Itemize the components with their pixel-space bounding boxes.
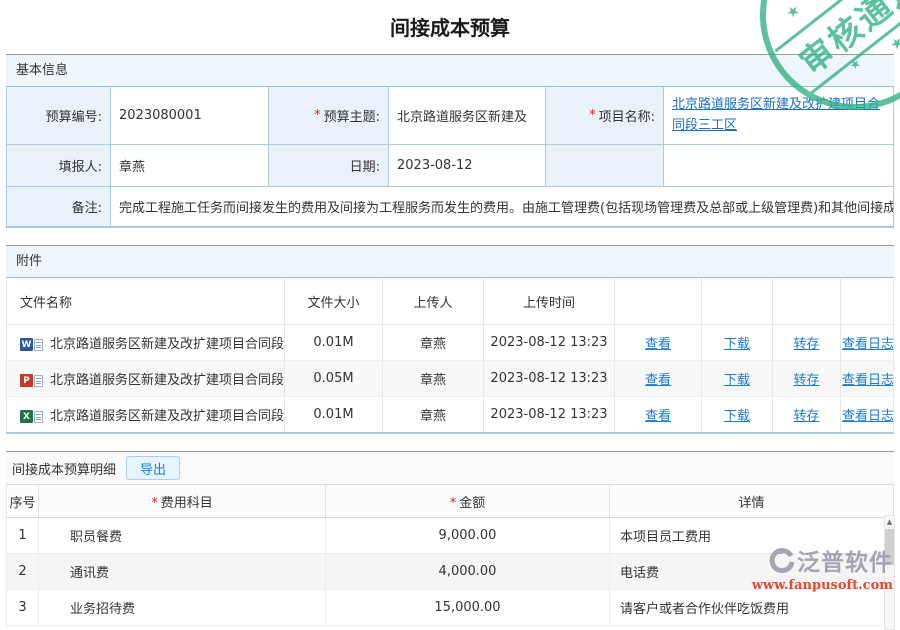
budget-no-label: 预算编号: bbox=[7, 87, 111, 145]
transfer-link[interactable]: 转存 bbox=[793, 373, 819, 388]
download-link[interactable]: 下载 bbox=[724, 409, 750, 424]
details-section-title: 间接成本预算明细 bbox=[12, 459, 116, 478]
required-asterisk: * bbox=[314, 108, 321, 123]
project-value-cell: 北京路道服务区新建及改扩建项目合同段三工区 bbox=[664, 87, 893, 145]
required-asterisk: * bbox=[589, 108, 596, 123]
detail-cell: 电话费 bbox=[610, 554, 894, 590]
detail-row: 2 通讯费 4,000.00 电话费 bbox=[7, 554, 894, 590]
detail-cell: 请客户或者合作伙伴吃饭费用 bbox=[610, 590, 894, 626]
details-table-wrap: 序号 *费用科目 *金额 详情 1 职员餐费 9,000.00 本项目员工费用 … bbox=[6, 484, 894, 626]
col-expense-subject: *费用科目 bbox=[39, 485, 326, 518]
required-asterisk: * bbox=[151, 496, 158, 511]
amount-cell: 15,000.00 bbox=[326, 590, 610, 626]
section-basic-info-header: 基本信息 bbox=[6, 54, 894, 87]
col-seq: 序号 bbox=[7, 485, 39, 518]
seq-cell: 3 bbox=[7, 590, 39, 626]
col-file-name: 文件名称 bbox=[7, 278, 285, 325]
seq-cell: 2 bbox=[7, 554, 39, 590]
file-size-cell: 0.01M bbox=[285, 325, 383, 361]
view-log-link[interactable]: 查看日志 bbox=[842, 409, 894, 424]
details-table: 序号 *费用科目 *金额 详情 1 职员餐费 9,000.00 本项目员工费用 … bbox=[6, 484, 894, 626]
file-name-cell: W北京路道服务区新建及改扩建项目合同段 bbox=[7, 325, 285, 361]
scrollbar-thumb[interactable] bbox=[885, 529, 894, 565]
transfer-link[interactable]: 转存 bbox=[793, 409, 819, 424]
file-name-cell: X北京路道服务区新建及改扩建项目合同段 bbox=[7, 397, 285, 434]
filler-value: 章燕 bbox=[111, 145, 269, 187]
basic-info-form: 预算编号: 2023080001 *预算主题: 北京路道服务区新建及 *项目名称… bbox=[6, 87, 894, 228]
subject-cell: 通讯费 bbox=[39, 554, 326, 590]
upload-time-cell: 2023-08-12 13:23 bbox=[484, 325, 615, 361]
attachments-header-row: 文件名称 文件大小 上传人 上传时间 bbox=[7, 278, 894, 325]
excel-file-icon: X bbox=[20, 410, 43, 423]
uploader-cell: 章燕 bbox=[383, 397, 484, 434]
vertical-scrollbar[interactable]: ▲ bbox=[884, 515, 895, 630]
col-detail: 详情 bbox=[610, 485, 894, 518]
section-attachments-header: 附件 bbox=[6, 245, 894, 278]
col-action-4 bbox=[841, 278, 894, 325]
attachment-row: P北京路道服务区新建及改扩建项目合同段 0.05M 章燕 2023-08-12 … bbox=[7, 361, 894, 397]
powerpoint-file-icon: P bbox=[20, 374, 43, 387]
file-size-cell: 0.05M bbox=[285, 361, 383, 397]
attachment-row: X北京路道服务区新建及改扩建项目合同段 0.01M 章燕 2023-08-12 … bbox=[7, 397, 894, 434]
col-action-3 bbox=[773, 278, 841, 325]
word-file-icon: W bbox=[20, 338, 43, 351]
details-header-row: 序号 *费用科目 *金额 详情 bbox=[7, 485, 894, 518]
download-link[interactable]: 下载 bbox=[724, 337, 750, 352]
filler-label: 填报人: bbox=[7, 145, 111, 187]
page-title: 间接成本预算 bbox=[6, 0, 894, 54]
col-action-2 bbox=[702, 278, 773, 325]
detail-row: 3 业务招待费 15,000.00 请客户或者合作伙伴吃饭费用 bbox=[7, 590, 894, 626]
amount-cell: 4,000.00 bbox=[326, 554, 610, 590]
subject-cell: 职员餐费 bbox=[39, 518, 326, 554]
attachments-table: 文件名称 文件大小 上传人 上传时间 W北京路道服务区新建及改扩建项目合同段 0… bbox=[6, 278, 894, 434]
upload-time-cell: 2023-08-12 13:23 bbox=[484, 361, 615, 397]
project-label: *项目名称: bbox=[546, 87, 664, 145]
section-details-header: 间接成本预算明细 导出 bbox=[6, 451, 894, 484]
date-label: 日期: bbox=[269, 145, 389, 187]
scrollbar-up-icon[interactable]: ▲ bbox=[887, 516, 892, 529]
budget-no-value: 2023080001 bbox=[111, 87, 269, 145]
view-link[interactable]: 查看 bbox=[645, 373, 671, 388]
col-action-1 bbox=[615, 278, 702, 325]
uploader-cell: 章燕 bbox=[383, 361, 484, 397]
subject-value: 北京路道服务区新建及 bbox=[389, 87, 546, 145]
col-file-size: 文件大小 bbox=[285, 278, 383, 325]
uploader-cell: 章燕 bbox=[383, 325, 484, 361]
upload-time-cell: 2023-08-12 13:23 bbox=[484, 397, 615, 434]
col-amount: *金额 bbox=[326, 485, 610, 518]
required-asterisk: * bbox=[450, 496, 457, 511]
empty-value-cell bbox=[664, 145, 893, 187]
download-link[interactable]: 下载 bbox=[724, 373, 750, 388]
empty-label-cell bbox=[546, 145, 664, 187]
transfer-link[interactable]: 转存 bbox=[793, 337, 819, 352]
seq-cell: 1 bbox=[7, 518, 39, 554]
export-button[interactable]: 导出 bbox=[126, 456, 180, 480]
col-uploader: 上传人 bbox=[383, 278, 484, 325]
file-size-cell: 0.01M bbox=[285, 397, 383, 434]
date-value: 2023-08-12 bbox=[389, 145, 546, 187]
attachment-row: W北京路道服务区新建及改扩建项目合同段 0.01M 章燕 2023-08-12 … bbox=[7, 325, 894, 361]
detail-cell: 本项目员工费用 bbox=[610, 518, 894, 554]
project-link[interactable]: 北京路道服务区新建及改扩建项目合同段三工区 bbox=[672, 95, 885, 135]
subject-cell: 业务招待费 bbox=[39, 590, 326, 626]
file-name-cell: P北京路道服务区新建及改扩建项目合同段 bbox=[7, 361, 285, 397]
detail-row: 1 职员餐费 9,000.00 本项目员工费用 bbox=[7, 518, 894, 554]
remark-label: 备注: bbox=[7, 187, 111, 227]
remark-value: 完成工程施工任务而间接发生的费用及间接为工程服务而发生的费用。由施工管理费(包括… bbox=[111, 187, 893, 227]
view-link[interactable]: 查看 bbox=[645, 337, 671, 352]
subject-label: *预算主题: bbox=[269, 87, 389, 145]
amount-cell: 9,000.00 bbox=[326, 518, 610, 554]
view-log-link[interactable]: 查看日志 bbox=[842, 337, 894, 352]
view-link[interactable]: 查看 bbox=[645, 409, 671, 424]
col-upload-time: 上传时间 bbox=[484, 278, 615, 325]
view-log-link[interactable]: 查看日志 bbox=[842, 373, 894, 388]
